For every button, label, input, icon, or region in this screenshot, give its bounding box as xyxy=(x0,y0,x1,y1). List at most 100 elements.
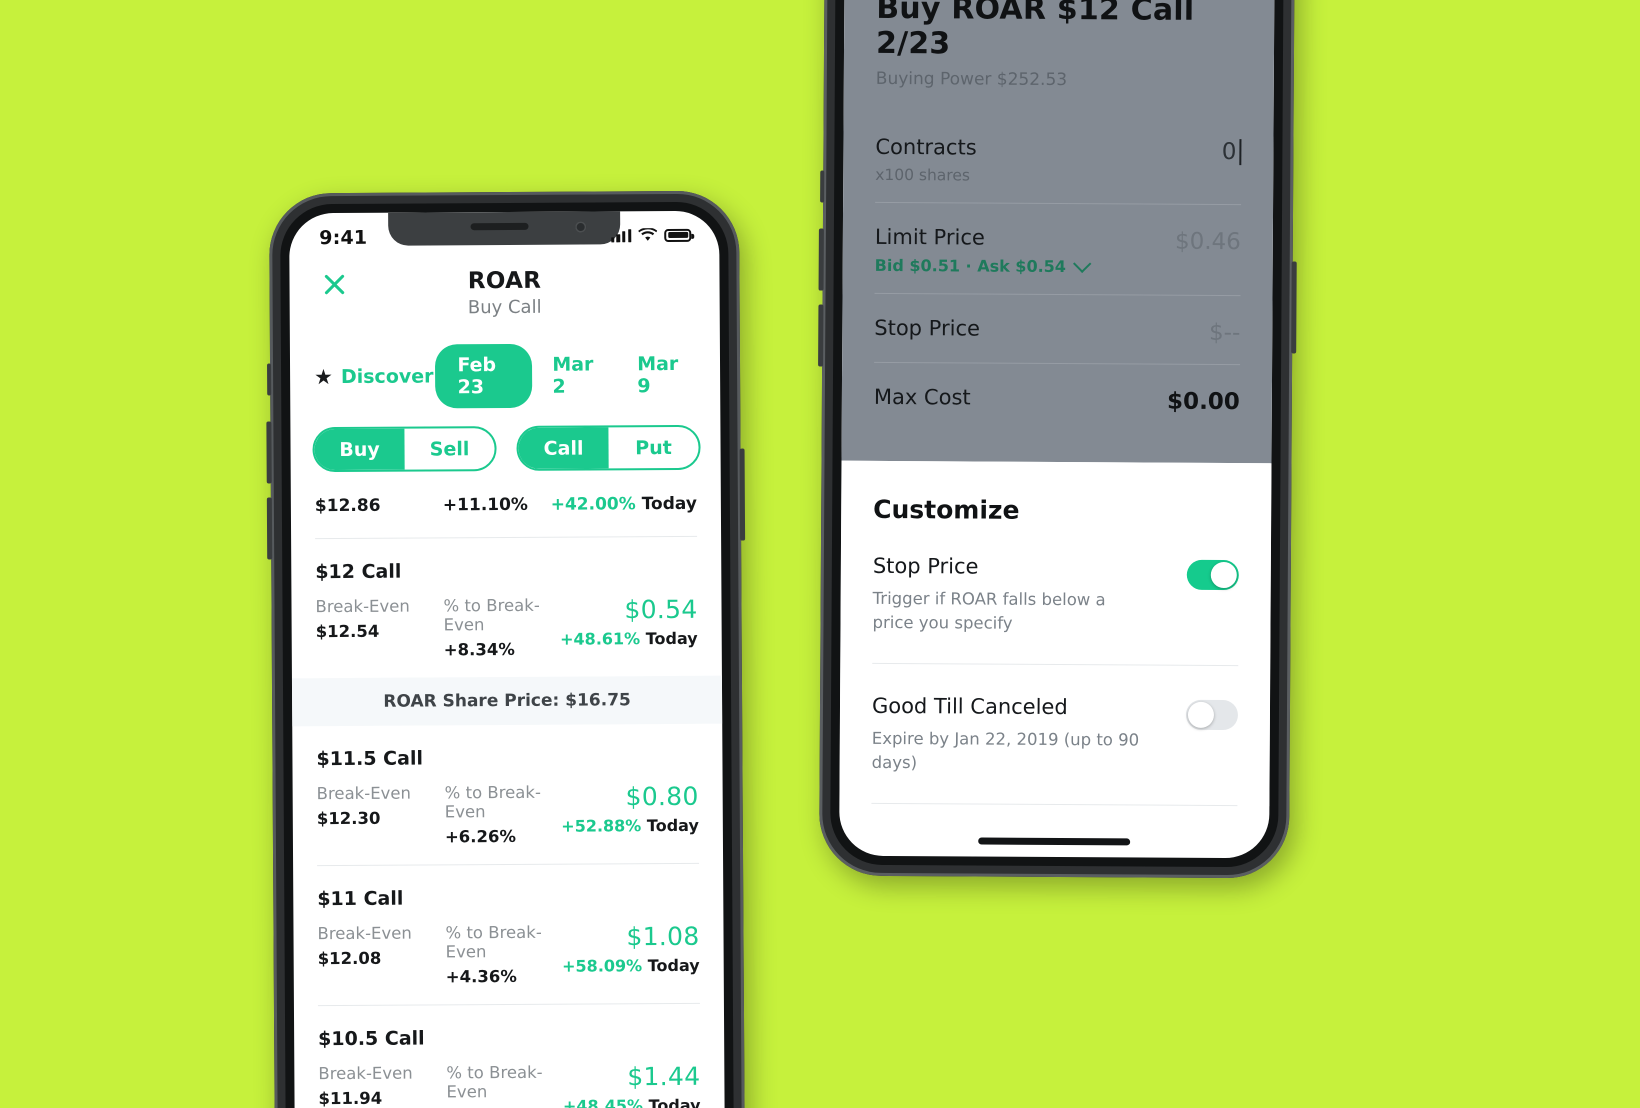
order-fields: Contracts x100 shares 0 Limit Price Bid … xyxy=(842,112,1274,434)
power-button-left[interactable] xyxy=(739,448,746,541)
right-phone-screen: ROAR – $16.75 Buy ROAR $12 Call 2/23 Buy… xyxy=(839,0,1275,859)
break-even-label: Break-Even xyxy=(316,783,412,804)
bid-ask-dropdown[interactable]: Bid $0.51 · Ask $0.54 xyxy=(874,254,1175,277)
pct-break-even-value: +6.26% xyxy=(444,826,517,847)
order-row-max-cost: Max Cost $0.00 xyxy=(874,363,1240,433)
toggle-knob xyxy=(1187,701,1215,728)
tab-date-feb-23[interactable]: Feb 23 xyxy=(435,343,533,409)
tab-date-mar-2[interactable]: Mar 2 xyxy=(532,343,617,408)
tab-date-mar-9[interactable]: Mar 9 xyxy=(617,343,702,408)
segmented-controls: Buy Sell Call Put xyxy=(290,407,720,473)
option-price: $0.54 xyxy=(624,594,698,625)
volume-down-button-right[interactable] xyxy=(818,304,824,367)
option-strike: $11.5 Call xyxy=(316,747,424,771)
pct-break-even-value: +8.34% xyxy=(443,639,515,660)
option-today: +48.61% Today xyxy=(560,629,698,649)
option-today-label: Today xyxy=(647,955,700,976)
segment-call[interactable]: Call xyxy=(518,427,609,469)
option-break-even-col: Break-Even $12.30 xyxy=(317,783,445,847)
option-row[interactable]: $10.5 Call Break-Even $11.94 % to Break-… xyxy=(294,1004,725,1108)
max-cost-label: Max Cost xyxy=(873,384,971,410)
option-details: Break-Even $12.30 % to Break-Even +6.26%… xyxy=(317,782,699,847)
option-details: Break-Even $12.08 % to Break-Even +4.36%… xyxy=(317,922,699,987)
break-even-label: Break-Even xyxy=(315,596,410,617)
option-pct-col: % to Break-Even +3.15% xyxy=(446,1063,563,1108)
nav-header: ROAR Buy Call xyxy=(289,259,719,326)
stop-price-value[interactable]: $-- xyxy=(1209,318,1240,346)
order-row-contracts[interactable]: Contracts x100 shares 0 xyxy=(875,112,1242,206)
option-strike: $12 Call xyxy=(315,560,402,584)
option-price: $0.80 xyxy=(625,781,699,812)
quote-today-label: Today xyxy=(641,493,697,515)
option-row[interactable]: $11 Call Break-Even $12.08 % to Break-Ev… xyxy=(293,864,724,1006)
contracts-label: Contracts xyxy=(875,134,977,160)
option-row[interactable]: $12 Call Break-Even $12.54 % to Break-Ev… xyxy=(291,537,722,679)
option-pct-col: % to Break-Even +8.34% xyxy=(443,596,560,660)
order-ticket-panel: ROAR – $16.75 Buy ROAR $12 Call 2/23 Buy… xyxy=(841,0,1275,464)
customize-row-stop-price: Stop Price Trigger if ROAR falls below a… xyxy=(872,523,1240,666)
pct-break-even-label: % to Break-Even xyxy=(444,782,541,822)
option-strike: $11 Call xyxy=(317,887,404,911)
tab-discover-label: Discover xyxy=(340,365,434,389)
volume-up-button-left[interactable] xyxy=(266,421,272,484)
pct-break-even-value: +4.36% xyxy=(445,966,517,987)
option-break-even-col: Break-Even $12.54 xyxy=(315,596,443,660)
contracts-value: 0 xyxy=(1221,139,1237,166)
volume-up-button-right[interactable] xyxy=(818,228,824,291)
option-pct-col: % to Break-Even +6.26% xyxy=(445,783,562,847)
option-break-even-col: Break-Even $12.08 xyxy=(317,923,445,987)
option-today-pct: +48.61% xyxy=(560,629,641,649)
side-segmented-control: Buy Sell xyxy=(312,426,497,473)
wifi-icon xyxy=(638,228,658,241)
segment-buy[interactable]: Buy xyxy=(314,428,405,471)
pct-break-even-label: % to Break-Even xyxy=(445,922,542,962)
max-cost-value: $0.00 xyxy=(1167,388,1240,416)
customize-panel: Customize Stop Price Trigger if ROAR fal… xyxy=(839,460,1272,806)
home-indicator[interactable] xyxy=(978,837,1131,846)
option-today: +48.45% Today xyxy=(563,1096,701,1108)
pct-break-even-label: % to Break-Even xyxy=(443,595,540,635)
silent-switch-right[interactable] xyxy=(820,170,825,203)
quote-change-pct: +11.10% xyxy=(442,494,529,516)
option-pct-col: % to Break-Even +4.36% xyxy=(445,923,562,987)
break-even-label: Break-Even xyxy=(317,923,412,944)
status-icons xyxy=(611,225,692,242)
cellular-signal-icon xyxy=(611,228,632,242)
stop-price-toggle-description: Trigger if ROAR falls below a price you … xyxy=(872,588,1106,633)
quote-today-pct: +42.00% xyxy=(550,494,636,515)
quote-today: +42.00% Today xyxy=(551,494,697,515)
type-segmented-control: Call Put xyxy=(516,424,701,471)
share-price-band: ROAR Share Price: $16.75 xyxy=(291,675,723,727)
order-row-stop-price[interactable]: Stop Price $-- xyxy=(874,293,1241,366)
option-today-pct: +52.88% xyxy=(561,816,642,836)
limit-price-value[interactable]: $0.46 xyxy=(1175,227,1241,255)
option-row[interactable]: $11.5 Call Break-Even $12.30 % to Break-… xyxy=(292,724,723,866)
buying-power-label: Buying Power $252.53 xyxy=(875,68,1068,91)
option-today-label: Today xyxy=(648,1095,701,1108)
page-title: ROAR xyxy=(467,267,542,295)
tab-discover[interactable]: ★ Discover xyxy=(312,357,436,396)
contracts-input[interactable]: 0 xyxy=(1221,137,1242,166)
quote-summary-row: $12.86 +11.10% +42.00% Today xyxy=(291,470,721,517)
gtc-toggle-label: Good Till Canceled xyxy=(871,693,1068,719)
option-price-col: $1.44 +48.45% Today xyxy=(563,1062,701,1108)
segment-put[interactable]: Put xyxy=(608,427,698,469)
text-cursor xyxy=(1239,139,1242,166)
volume-down-button-left[interactable] xyxy=(266,497,273,560)
order-title: Buy ROAR $12 Call 2/23 xyxy=(875,0,1195,62)
bid-ask-label: Bid $0.51 · Ask $0.54 xyxy=(874,255,1067,277)
option-today-label: Today xyxy=(645,628,698,649)
battery-icon xyxy=(664,228,692,242)
option-today-pct: +58.09% xyxy=(562,956,643,976)
segment-sell[interactable]: Sell xyxy=(404,428,494,470)
order-row-limit-price[interactable]: Limit Price Bid $0.51 · Ask $0.54 $0.46 xyxy=(874,202,1242,297)
stop-price-toggle[interactable] xyxy=(1186,559,1239,591)
close-icon[interactable] xyxy=(319,269,349,299)
pct-break-even-label: % to Break-Even xyxy=(446,1062,543,1102)
customize-row-good-till-canceled: Good Till Canceled Expire by Jan 22, 201… xyxy=(871,663,1239,806)
good-till-canceled-toggle[interactable] xyxy=(1185,699,1239,730)
option-price-col: $0.54 +48.61% Today xyxy=(560,595,698,659)
silent-switch-left[interactable] xyxy=(267,363,272,396)
power-button-right[interactable] xyxy=(1291,261,1297,354)
status-bar: 9:41 xyxy=(289,211,719,262)
